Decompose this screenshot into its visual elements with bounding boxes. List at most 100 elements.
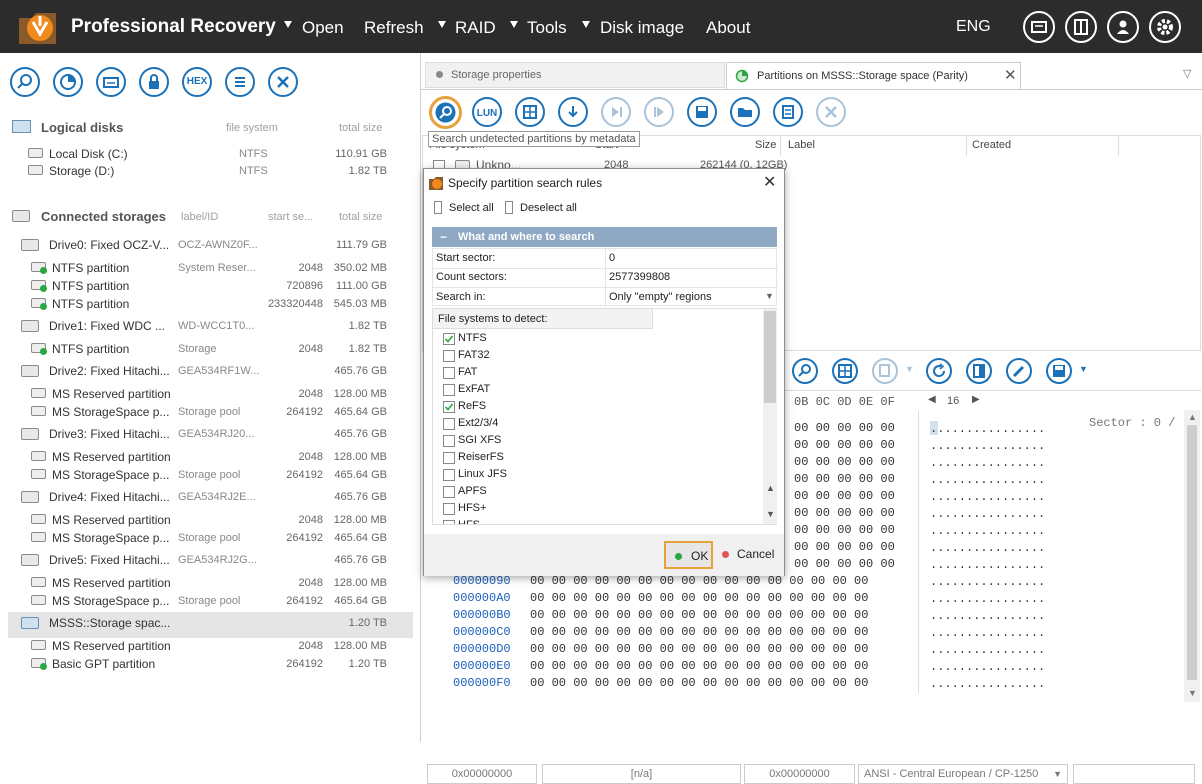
menu-about[interactable]: About	[706, 18, 750, 38]
hex-bytes: 00 00 00 00 00 00 00 00 00 00 00 00 00 0…	[530, 608, 869, 622]
start-sector-field[interactable]: 0	[609, 252, 615, 264]
storage-drive-item[interactable]: Drive2: Fixed Hitachi...	[49, 364, 170, 378]
tab-partitions[interactable]: Partitions on MSSS::Storage space (Parit…	[726, 62, 1021, 89]
menu-refresh[interactable]: Refresh	[364, 18, 424, 38]
import-button[interactable]	[558, 97, 588, 127]
settings-button[interactable]	[1149, 11, 1181, 43]
storage-partition-item[interactable]: NTFS partition	[52, 297, 129, 311]
fs-checkbox[interactable]	[443, 384, 455, 396]
hex-button[interactable]: HEX	[182, 67, 212, 97]
menu-disk-image[interactable]: Disk image	[600, 18, 684, 38]
hex-scrollbar[interactable]: ▲ ▼	[1184, 410, 1200, 702]
tab-close-icon[interactable]: ✕	[1004, 66, 1017, 84]
storage-partition-item[interactable]: MS StorageSpace p...	[52, 468, 169, 482]
search-in-select[interactable]: Only "empty" regions	[609, 291, 712, 303]
col-start-sector: start se...	[268, 211, 314, 223]
hex-search-button[interactable]	[792, 358, 818, 384]
section-header[interactable]: − What and where to search	[432, 227, 777, 247]
drive-icon	[21, 239, 39, 251]
scan-button[interactable]	[53, 67, 83, 97]
fs-checkbox[interactable]	[443, 435, 455, 447]
cancel-button[interactable]: Cancel	[737, 547, 774, 561]
storage-drive-item[interactable]: Drive0: Fixed OCZ-V...	[49, 238, 169, 252]
fs-checkbox[interactable]	[443, 503, 455, 515]
search-metadata-button[interactable]	[429, 96, 462, 129]
hex-grid-button[interactable]	[832, 358, 858, 384]
hex-panel-button[interactable]	[966, 358, 992, 384]
storage-partition-item[interactable]: MS StorageSpace p...	[52, 531, 169, 545]
storage-partition-item[interactable]: Basic GPT partition	[52, 657, 155, 671]
list-button[interactable]	[225, 67, 255, 97]
hex-bytes: 00 00 00 00 00 00 00 00 00 00 00 00 00 0…	[530, 625, 869, 639]
storage-partition-item[interactable]: NTFS partition	[52, 261, 129, 275]
page-prev-icon[interactable]: ◀	[928, 394, 936, 405]
menu-open[interactable]: Open	[302, 18, 344, 38]
storage-partition-item[interactable]: MS Reserved partition	[52, 450, 171, 464]
storage-partition-item[interactable]: MS StorageSpace p...	[52, 405, 169, 419]
count-sectors-label: Count sectors:	[436, 271, 507, 283]
save-dropdown-icon[interactable]: ▼	[1079, 364, 1088, 374]
storage-partition-item[interactable]: MS StorageSpace p...	[52, 594, 169, 608]
ok-button[interactable]: OK	[664, 541, 713, 569]
fs-checkbox[interactable]	[443, 350, 455, 362]
page-next-icon[interactable]: ▶	[972, 394, 980, 405]
account-button[interactable]	[1107, 11, 1139, 43]
details-button[interactable]	[773, 97, 803, 127]
storage-size: 465.64 GB	[334, 406, 387, 418]
logical-disk-item[interactable]: Storage (D:)	[49, 164, 114, 178]
storage-drive-item[interactable]: Drive1: Fixed WDC ...	[49, 319, 165, 333]
chevron-down-icon[interactable]: ▼	[765, 291, 774, 301]
fs-checkbox[interactable]	[443, 401, 455, 413]
save-button[interactable]	[687, 97, 717, 127]
tabs-menu-icon[interactable]: ▽	[1183, 67, 1191, 80]
count-sectors-field[interactable]: 2577399808	[609, 271, 670, 283]
storage-partition-item[interactable]: MS Reserved partition	[52, 639, 171, 653]
open-folder-button[interactable]	[730, 97, 760, 127]
log-button[interactable]	[1023, 11, 1055, 43]
fs-checkbox[interactable]	[443, 452, 455, 464]
storage-drive-item[interactable]: MSSS::Storage spac...	[49, 616, 170, 630]
storage-label: OCZ-AWNZ0F...	[178, 239, 258, 251]
fs-list-scrollbar[interactable]: ▲ ▼	[763, 309, 777, 524]
fs-checkbox[interactable]	[443, 520, 455, 524]
storage-partition-item[interactable]: MS Reserved partition	[52, 576, 171, 590]
storage-partition-item[interactable]: NTFS partition	[52, 279, 129, 293]
fs-checkbox[interactable]	[443, 469, 455, 481]
hex-refresh-button[interactable]	[926, 358, 952, 384]
encoding-select[interactable]: ANSI - Central European / CP-1250 ▼	[858, 764, 1068, 784]
language-selector[interactable]: ENG	[956, 18, 991, 36]
storage-partition-item[interactable]: MS Reserved partition	[52, 387, 171, 401]
copy-dropdown-icon[interactable]: ▼	[905, 364, 914, 374]
logical-disk-item[interactable]: Local Disk (C:)	[49, 147, 128, 161]
storage-start-sector: 264192	[286, 658, 323, 670]
hex-save-button[interactable]	[1046, 358, 1072, 384]
skip-button[interactable]	[601, 97, 631, 127]
deselect-all-button[interactable]: Deselect all	[520, 202, 577, 214]
raid-button[interactable]: LUN	[472, 97, 502, 127]
menu-raid[interactable]: RAID	[455, 18, 496, 38]
storage-drive-item[interactable]: Drive5: Fixed Hitachi...	[49, 553, 170, 567]
grid-button[interactable]	[515, 97, 545, 127]
storage-partition-item[interactable]: MS Reserved partition	[52, 513, 171, 527]
create-image-button[interactable]	[96, 67, 126, 97]
lock-button[interactable]	[139, 67, 169, 97]
fs-checkbox[interactable]	[443, 418, 455, 430]
panel-layout-button[interactable]	[1065, 11, 1097, 43]
storage-drive-item[interactable]: Drive3: Fixed Hitachi...	[49, 427, 170, 441]
hex-edit-button[interactable]	[1006, 358, 1032, 384]
play-button[interactable]	[644, 97, 674, 127]
fs-checkbox[interactable]	[443, 333, 455, 345]
menu-tools[interactable]: Tools	[527, 18, 567, 38]
tab-storage-properties[interactable]: Storage properties	[425, 62, 725, 88]
search-button[interactable]	[10, 67, 40, 97]
dialog-close-icon[interactable]: ✕	[763, 172, 776, 192]
partition-icon	[31, 514, 46, 524]
storage-partition-item[interactable]: NTFS partition	[52, 342, 129, 356]
fs-checkbox[interactable]	[443, 367, 455, 379]
select-all-button[interactable]: Select all	[449, 202, 494, 214]
close-storage-button[interactable]	[268, 67, 298, 97]
fs-checkbox[interactable]	[443, 486, 455, 498]
storage-drive-item[interactable]: Drive4: Fixed Hitachi...	[49, 490, 170, 504]
hex-copy-button[interactable]	[872, 358, 898, 384]
close-button[interactable]	[816, 97, 846, 127]
